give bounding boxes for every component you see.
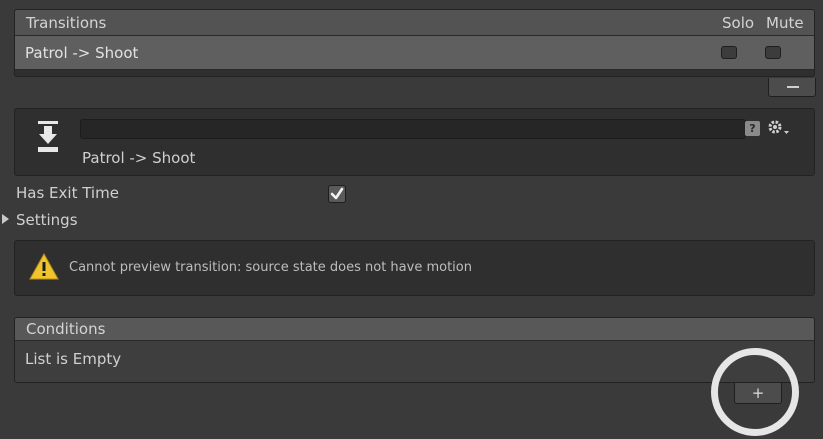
warning-icon bbox=[29, 253, 59, 280]
transition-arrow-icon bbox=[38, 121, 58, 152]
conditions-title: Conditions bbox=[26, 320, 106, 338]
warning-text: Cannot preview transition: source state … bbox=[69, 260, 472, 275]
transition-detail-panel: ? Patrol -> Shoot bbox=[14, 108, 815, 176]
mute-checkbox[interactable] bbox=[765, 46, 781, 59]
solo-checkbox[interactable] bbox=[721, 46, 737, 59]
transitions-list: Transitions Solo Mute Patrol -> Shoot bbox=[14, 9, 815, 77]
conditions-list: Conditions List is Empty bbox=[14, 317, 815, 383]
preview-warning-box: Cannot preview transition: source state … bbox=[14, 240, 815, 296]
settings-foldout-label[interactable]: Settings bbox=[16, 211, 78, 229]
transitions-title: Transitions bbox=[26, 14, 107, 32]
has-exit-time-checkbox[interactable] bbox=[328, 185, 346, 203]
has-exit-time-label: Has Exit Time bbox=[16, 184, 119, 202]
conditions-empty-text: List is Empty bbox=[25, 350, 122, 368]
gear-icon[interactable] bbox=[767, 119, 791, 137]
help-icon[interactable]: ? bbox=[745, 121, 760, 136]
mute-column-label: Mute bbox=[766, 14, 804, 32]
transition-detail-label: Patrol -> Shoot bbox=[82, 149, 196, 167]
highlight-circle bbox=[711, 348, 799, 436]
solo-column-label: Solo bbox=[722, 14, 755, 32]
transition-row-label: Patrol -> Shoot bbox=[25, 44, 139, 62]
checkmark-icon bbox=[330, 187, 344, 200]
settings-foldout-arrow-icon[interactable] bbox=[2, 214, 9, 224]
conditions-header: Conditions bbox=[15, 318, 814, 341]
transition-row[interactable]: Patrol -> Shoot bbox=[15, 36, 814, 70]
remove-transition-button[interactable] bbox=[768, 78, 816, 97]
transitions-header: Transitions Solo Mute bbox=[15, 10, 814, 36]
minus-icon bbox=[787, 86, 799, 88]
transition-name-field[interactable] bbox=[80, 119, 746, 139]
